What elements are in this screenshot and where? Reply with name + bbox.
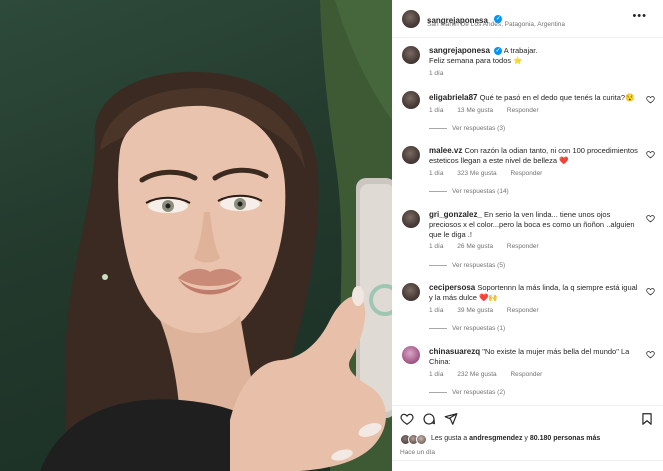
post-photo[interactable] — [0, 0, 392, 471]
like-heart-icon[interactable] — [646, 150, 655, 159]
comment-bubble-icon[interactable] — [422, 412, 436, 426]
like-heart-icon[interactable] — [646, 350, 655, 359]
comment-time: 1 día — [429, 170, 444, 177]
view-replies-label: Ver respuestas (2) — [452, 389, 506, 396]
comment-item: cecipersosa Soportennn la más linda, la … — [392, 282, 663, 338]
comment-time: 1 día — [429, 107, 444, 114]
commenter-avatar[interactable] — [402, 91, 420, 109]
caption-time: 1 día — [429, 70, 444, 77]
view-replies-button[interactable]: Ver respuestas (1) — [429, 325, 505, 332]
comment-item: malee.vz Con razón la odian tanto, ni co… — [392, 144, 663, 200]
likes-count[interactable]: 80.180 personas más — [530, 435, 600, 442]
likes-text: Les gusta a andresgmendez y 80.180 perso… — [431, 435, 600, 442]
comment-body: chinasuarezq "No existe la mujer más bel… — [429, 347, 639, 367]
comment-likes[interactable]: 323 Me gusta — [457, 170, 496, 177]
comment-time: 1 día — [429, 371, 444, 378]
view-replies-button[interactable]: Ver respuestas (2) — [429, 389, 505, 396]
comment-username[interactable]: eligabriela87 — [429, 93, 477, 102]
comment-username[interactable]: malee.vz — [429, 146, 462, 155]
post-action-bar — [392, 405, 663, 431]
comment-username[interactable]: chinasuarezq — [429, 347, 480, 356]
share-send-icon[interactable] — [444, 412, 458, 426]
reply-button[interactable]: Responder — [510, 170, 542, 177]
bookmark-save-icon[interactable] — [640, 412, 654, 426]
caption-username[interactable]: sangrejaponesa — [429, 46, 490, 55]
post-caption: sangrejaponesa ✓ A trabajar. Feliz seman… — [392, 42, 663, 82]
view-replies-label: Ver respuestas (3) — [452, 125, 506, 132]
view-replies-button[interactable]: Ver respuestas (3) — [429, 125, 505, 132]
view-replies-button[interactable]: Ver respuestas (5) — [429, 262, 505, 269]
comment-body: gri_gonzalez_ En serio la ven linda... t… — [429, 210, 639, 240]
comment-item: eligabriela87 Qué te pasó en el dedo que… — [392, 90, 663, 140]
comment-meta: 1 día 39 Me gusta Responder — [429, 307, 551, 314]
reply-button[interactable]: Responder — [510, 371, 542, 378]
liker-avatar — [416, 434, 427, 445]
comment-item: chinasuarezq "No existe la mujer más bel… — [392, 345, 663, 401]
replies-divider — [429, 127, 447, 129]
comment-meta: 1 día 26 Me gusta Responder — [429, 243, 551, 250]
commenter-avatar[interactable] — [402, 283, 420, 301]
comment-time: 1 día — [429, 243, 444, 250]
post-header: sangrejaponesa ✓ San Martín De Los Andes… — [392, 0, 663, 38]
verified-badge-icon: ✓ — [494, 47, 503, 56]
replies-divider — [429, 327, 447, 329]
author-avatar[interactable] — [402, 10, 420, 28]
likes-prefix: Les gusta a — [431, 435, 468, 442]
add-comment-area[interactable] — [392, 460, 663, 471]
replies-divider — [429, 190, 447, 192]
view-replies-label: Ver respuestas (5) — [452, 262, 506, 269]
comment-meta: 1 día 323 Me gusta Responder — [429, 170, 554, 177]
comment-likes[interactable]: 26 Me gusta — [457, 243, 493, 250]
post-date: Hace un día — [400, 449, 436, 456]
caption-line1: A trabajar. — [503, 46, 538, 55]
replies-divider — [429, 391, 447, 393]
post-location[interactable]: San Martín De Los Andes, Patagonia, Arge… — [427, 21, 565, 28]
comment-item: gri_gonzalez_ En serio la ven linda... t… — [392, 208, 663, 272]
like-heart-icon[interactable] — [646, 287, 655, 296]
liker-username[interactable]: andresgmendez — [469, 435, 522, 442]
view-replies-button[interactable]: Ver respuestas (14) — [429, 188, 509, 195]
caption-avatar[interactable] — [402, 46, 420, 64]
view-replies-label: Ver respuestas (14) — [452, 188, 509, 195]
selfie-illustration — [40, 0, 392, 471]
commenter-avatar[interactable] — [402, 210, 420, 228]
replies-divider — [429, 264, 447, 266]
caption-text-block: sangrejaponesa ✓ A trabajar. Feliz seman… — [429, 46, 639, 66]
comment-username[interactable]: cecipersosa — [429, 283, 475, 292]
commenter-avatar[interactable] — [402, 346, 420, 364]
like-heart-icon[interactable] — [400, 412, 414, 426]
comment-text: Qué te pasó en el dedo que tenés la curi… — [479, 93, 635, 102]
commenter-avatar[interactable] — [402, 146, 420, 164]
view-replies-label: Ver respuestas (1) — [452, 325, 506, 332]
caption-line2: Feliz semana para todos ⭐ — [429, 56, 523, 65]
comment-likes[interactable]: 232 Me gusta — [457, 371, 496, 378]
post-side-panel: sangrejaponesa ✓ San Martín De Los Andes… — [392, 0, 663, 471]
comment-likes[interactable]: 13 Me gusta — [457, 107, 493, 114]
reply-button[interactable]: Responder — [507, 107, 539, 114]
comment-likes[interactable]: 39 Me gusta — [457, 307, 493, 314]
reply-button[interactable]: Responder — [507, 243, 539, 250]
comment-body: cecipersosa Soportennn la más linda, la … — [429, 283, 639, 303]
comment-meta: 1 día 232 Me gusta Responder — [429, 371, 554, 378]
more-options-icon[interactable]: ••• — [632, 10, 647, 22]
comment-body: eligabriela87 Qué te pasó en el dedo que… — [429, 93, 639, 103]
like-heart-icon[interactable] — [646, 95, 655, 104]
comment-time: 1 día — [429, 307, 444, 314]
comment-username[interactable]: gri_gonzalez_ — [429, 210, 482, 219]
likes-conjunction: y — [524, 435, 528, 442]
comment-meta: 1 día 13 Me gusta Responder — [429, 107, 551, 114]
like-heart-icon[interactable] — [646, 214, 655, 223]
comment-body: malee.vz Con razón la odian tanto, ni co… — [429, 146, 639, 166]
reply-button[interactable]: Responder — [507, 307, 539, 314]
